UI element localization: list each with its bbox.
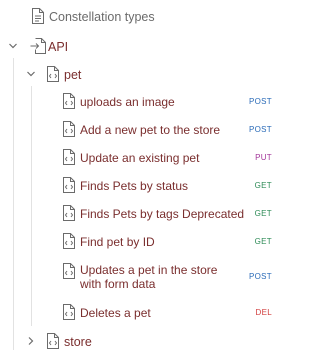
file-code-icon (62, 149, 76, 165)
operation-item[interactable]: Finds Pets by status GET (0, 175, 294, 195)
operation-item[interactable]: Find pet by ID GET (0, 231, 294, 251)
method-badge: POST (249, 125, 272, 134)
operation-item[interactable]: Finds Pets by tags Deprecated GET (0, 203, 294, 223)
operation-label: Finds Pets by status (80, 179, 189, 193)
method-badge: GET (254, 209, 272, 218)
method-badge: PUT (255, 153, 272, 162)
tree-item-constellation-types[interactable]: Constellation types (0, 6, 294, 26)
operation-label: Find pet by ID (80, 235, 155, 249)
file-code-icon (62, 93, 76, 109)
operation-item[interactable]: Updates a pet in the store with form dat… (0, 260, 294, 294)
file-code-icon (62, 121, 76, 137)
method-badge: DEL (255, 308, 272, 317)
operation-label: uploads an image (80, 95, 175, 109)
method-badge: GET (254, 237, 272, 246)
file-code-icon (62, 304, 76, 320)
method-badge: GET (254, 181, 272, 190)
operation-label: Finds Pets by tags Deprecated (80, 207, 245, 221)
file-code-icon (62, 205, 76, 221)
tree-node-label: store (64, 335, 92, 349)
operation-label: Update an existing pet (80, 151, 200, 165)
file-code-icon (62, 233, 76, 249)
file-code-icon (46, 66, 60, 82)
operation-label: Updates a pet in the store with form dat… (80, 263, 218, 291)
operation-label: Deletes a pet (80, 306, 151, 320)
tree-node-pet[interactable]: pet (0, 64, 294, 84)
chevron-right-icon[interactable] (24, 334, 38, 348)
tree-node-store[interactable]: store (0, 331, 294, 351)
chevron-down-icon[interactable] (6, 39, 20, 53)
import-icon (30, 38, 46, 54)
tree-node-label: pet (64, 68, 82, 82)
operation-item[interactable]: Deletes a pet DEL (0, 302, 294, 322)
tree-node-label: API (48, 40, 69, 54)
method-badge: POST (249, 97, 272, 106)
operation-item[interactable]: Update an existing pet PUT (0, 147, 294, 167)
tree-node-api[interactable]: API (0, 36, 294, 56)
tree-item-label: Constellation types (49, 10, 155, 24)
operation-item[interactable]: uploads an image POST (0, 91, 294, 111)
file-code-icon (62, 177, 76, 193)
operation-label: Add a new pet to the store (80, 123, 221, 137)
file-code-icon (46, 333, 60, 349)
file-icon (31, 8, 45, 24)
operation-item[interactable]: Add a new pet to the store POST (0, 119, 294, 139)
chevron-down-icon[interactable] (24, 67, 38, 81)
method-badge: POST (249, 272, 272, 281)
file-code-icon (62, 263, 76, 279)
